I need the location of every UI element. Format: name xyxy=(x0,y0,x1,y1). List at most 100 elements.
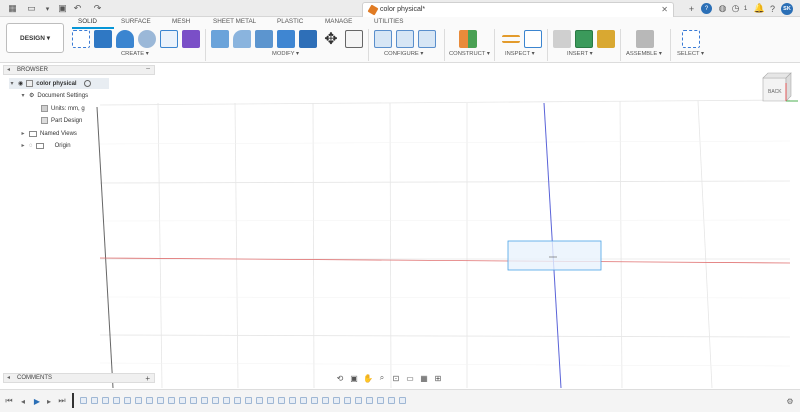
undo-icon[interactable]: ↶ xyxy=(72,3,83,14)
new-component-icon[interactable] xyxy=(636,30,654,48)
measure-icon[interactable] xyxy=(502,35,520,43)
timeline-feature[interactable] xyxy=(322,397,329,404)
configure-table-icon[interactable] xyxy=(374,30,392,48)
fillet-icon[interactable] xyxy=(233,30,251,48)
add-comment-button[interactable]: + xyxy=(145,374,150,383)
tab-solid[interactable]: SOLID xyxy=(78,18,97,25)
look-at-icon[interactable]: ▣ xyxy=(349,373,359,383)
pattern-icon[interactable] xyxy=(160,30,178,48)
timeline-feature[interactable] xyxy=(256,397,263,404)
select-menu[interactable]: SELECT ▾ xyxy=(677,51,704,57)
timeline-feature[interactable] xyxy=(245,397,252,404)
select-icon[interactable] xyxy=(682,30,700,48)
timeline-feature[interactable] xyxy=(278,397,285,404)
orbit-icon[interactable]: ⟲ xyxy=(335,373,345,383)
timeline-feature[interactable] xyxy=(399,397,406,404)
timeline-marker[interactable] xyxy=(72,393,74,408)
extrude-icon[interactable] xyxy=(94,30,112,48)
timeline-feature[interactable] xyxy=(157,397,164,404)
timeline-feature[interactable] xyxy=(201,397,208,404)
chevron-down-icon[interactable]: ▾ xyxy=(9,80,15,87)
timeline-feature[interactable] xyxy=(102,397,109,404)
hole-icon[interactable] xyxy=(138,30,156,48)
close-icon[interactable]: ✕ xyxy=(661,5,668,14)
chevron-down-icon[interactable]: ▾ xyxy=(20,92,26,99)
chevron-right-icon[interactable]: ▸ xyxy=(20,142,26,149)
timeline-feature[interactable] xyxy=(135,397,142,404)
create-sketch-icon[interactable] xyxy=(72,30,90,48)
timeline-feature[interactable] xyxy=(179,397,186,404)
redo-icon[interactable]: ↷ xyxy=(92,3,103,14)
timeline-feature[interactable] xyxy=(366,397,373,404)
file-menu-chevron-icon[interactable]: ▾ xyxy=(42,3,53,14)
activate-radio-icon[interactable] xyxy=(83,80,91,87)
step-forward-icon[interactable]: ▸ xyxy=(44,396,54,406)
press-pull-icon[interactable] xyxy=(211,30,229,48)
chamfer-icon[interactable] xyxy=(255,30,273,48)
document-tab[interactable]: color physical* ✕ xyxy=(362,2,674,17)
configure-menu[interactable]: CONFIGURE ▾ xyxy=(384,51,423,57)
help-icon[interactable]: ? xyxy=(701,3,712,14)
timeline-feature[interactable] xyxy=(146,397,153,404)
tab-surface[interactable]: SURFACE xyxy=(121,18,151,25)
timeline-settings-gear-icon[interactable]: ⚙ xyxy=(785,396,795,406)
shell-icon[interactable] xyxy=(277,30,295,48)
offset-plane-icon[interactable] xyxy=(459,30,477,48)
timeline-feature[interactable] xyxy=(289,397,296,404)
assemble-menu[interactable]: ASSEMBLE ▾ xyxy=(626,51,662,57)
file-icon[interactable]: ▭ xyxy=(26,3,37,14)
timeline-feature[interactable] xyxy=(333,397,340,404)
timeline-feature[interactable] xyxy=(267,397,274,404)
go-to-end-icon[interactable]: ⏭ xyxy=(57,396,67,406)
list-item[interactable]: Units: mm, g xyxy=(41,103,85,114)
inspect-menu[interactable]: INSPECT ▾ xyxy=(505,51,535,57)
question-icon[interactable]: ? xyxy=(767,3,778,14)
insert-derive-icon[interactable] xyxy=(553,30,571,48)
modify-menu[interactable]: MODIFY ▾ xyxy=(272,51,299,57)
avatar[interactable]: SK xyxy=(781,3,793,15)
visibility-eye-icon[interactable]: ◉ xyxy=(18,80,23,87)
play-icon[interactable]: ▶ xyxy=(32,396,42,406)
globe-icon[interactable]: ◍ xyxy=(717,3,728,14)
viewports-icon[interactable]: ⊞ xyxy=(433,373,443,383)
step-back-icon[interactable]: ◂ xyxy=(18,396,28,406)
revolve-icon[interactable] xyxy=(116,30,134,48)
timeline-feature[interactable] xyxy=(344,397,351,404)
create-menu[interactable]: CREATE ▾ xyxy=(121,51,149,57)
timeline-feature[interactable] xyxy=(388,397,395,404)
combine-icon[interactable] xyxy=(299,30,317,48)
sketch-rectangle[interactable] xyxy=(507,240,602,271)
comments-panel[interactable]: ◂ COMMENTS + xyxy=(3,373,155,383)
timeline-feature[interactable] xyxy=(190,397,197,404)
fit-icon[interactable]: ⊡ xyxy=(391,373,401,383)
collapse-icon[interactable]: ◂ xyxy=(7,66,10,73)
timeline-feature[interactable] xyxy=(234,397,241,404)
save-icon[interactable]: ▣ xyxy=(57,3,68,14)
zoom-icon[interactable]: ⌕ xyxy=(377,373,387,383)
bell-icon[interactable]: 🔔 xyxy=(754,3,765,14)
construct-menu[interactable]: CONSTRUCT ▾ xyxy=(449,51,490,57)
chevron-right-icon[interactable]: ▸ xyxy=(20,130,26,137)
timeline-feature[interactable] xyxy=(113,397,120,404)
timeline-feature[interactable] xyxy=(124,397,131,404)
timeline-feature[interactable] xyxy=(212,397,219,404)
timeline-feature[interactable] xyxy=(80,397,87,404)
move-icon[interactable]: ✥ xyxy=(322,30,340,48)
timeline-feature[interactable] xyxy=(311,397,318,404)
align-icon[interactable] xyxy=(345,30,363,48)
minimize-icon[interactable]: – xyxy=(146,65,150,72)
timeline-feature[interactable] xyxy=(91,397,98,404)
timeline-feature[interactable] xyxy=(223,397,230,404)
workspace-button[interactable]: DESIGN ▾ xyxy=(6,23,64,53)
timeline-feature[interactable] xyxy=(300,397,307,404)
tab-mesh[interactable]: MESH xyxy=(172,18,190,25)
insert-mcmaster-icon[interactable] xyxy=(597,30,615,48)
timeline-feature[interactable] xyxy=(377,397,384,404)
tab-plastic[interactable]: PLASTIC xyxy=(277,18,303,25)
browser-header[interactable]: ◂ BROWSER – xyxy=(3,65,155,75)
go-to-start-icon[interactable]: ⏮ xyxy=(4,396,14,406)
timeline-feature[interactable] xyxy=(355,397,362,404)
grid-settings-icon[interactable]: ▦ xyxy=(419,373,429,383)
create-form-icon[interactable] xyxy=(182,30,200,48)
insert-image-icon[interactable] xyxy=(575,30,593,48)
